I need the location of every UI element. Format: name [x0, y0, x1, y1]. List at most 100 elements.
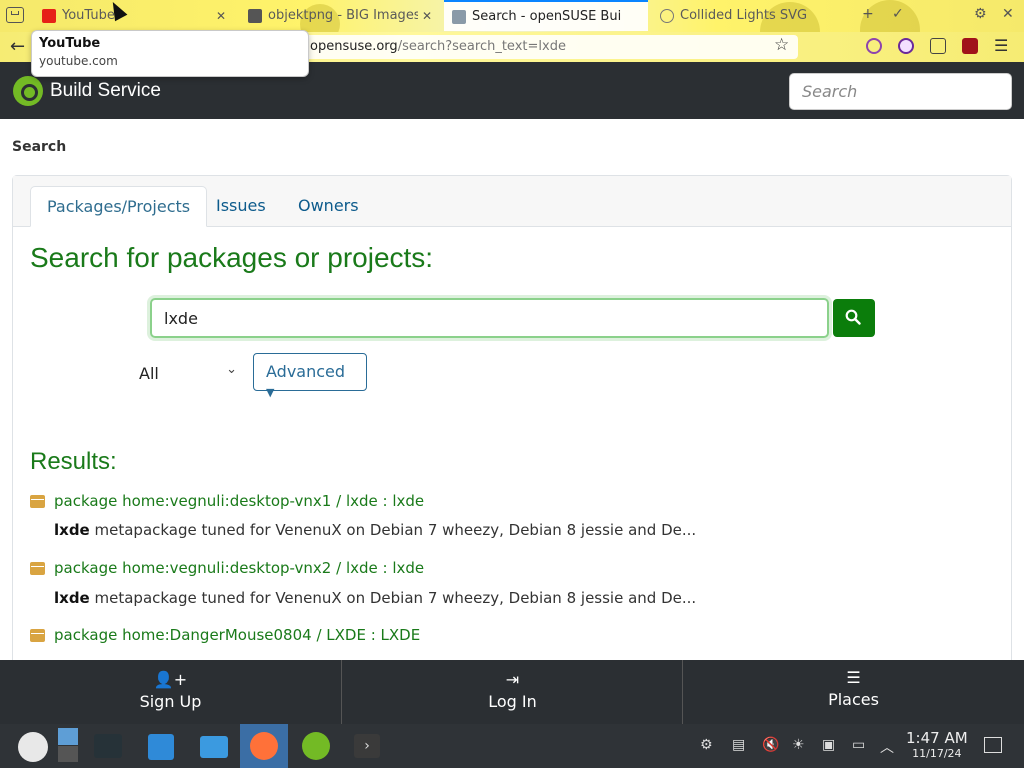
header-search-input[interactable]: Search [789, 73, 1012, 110]
ublock-icon[interactable] [962, 38, 978, 54]
result-description: lxde metapackage tuned for VenenuX on De… [54, 589, 696, 607]
result-project-link[interactable]: package home:vegnuli:desktop-vnx1 [54, 492, 331, 510]
tab-opensuse-search[interactable]: Search - openSUSE Build [444, 0, 648, 31]
scope-selected-value: All [139, 364, 159, 383]
result-separator: / [331, 492, 346, 510]
card-tab-bar: Packages/Projects Issues Owners [13, 176, 1011, 227]
youtube-favicon-icon [42, 8, 56, 23]
bookmark-star-icon[interactable]: ☆ [774, 35, 789, 55]
caret-down-icon: ▼ [266, 386, 275, 399]
result-separator: : [377, 559, 393, 577]
obs-favicon-icon [452, 9, 466, 24]
package-icon [30, 628, 45, 642]
search-scope-select[interactable]: All ⌄ [135, 356, 243, 392]
result-project-link[interactable]: package home:vegnuli:desktop-vnx2 [54, 559, 331, 577]
hamburger-icon: ☰ [846, 668, 861, 687]
breadcrumb: Search [12, 139, 67, 155]
advanced-button[interactable]: Advanced ▼ [253, 353, 367, 399]
result-package-link[interactable]: LXDE [326, 626, 366, 644]
firefox-icon[interactable] [240, 724, 288, 768]
opensuse-logo-icon[interactable] [13, 76, 43, 106]
result-separator: / [331, 559, 346, 577]
search-heading: Search for packages or projects: [30, 242, 434, 273]
show-desktop-icon[interactable] [984, 737, 1002, 753]
terminal-icon[interactable]: › [344, 724, 392, 768]
result-package-link[interactable]: lxde [346, 559, 378, 577]
display-icon[interactable]: ▭ [852, 737, 868, 753]
search-icon [845, 309, 861, 325]
brightness-icon[interactable]: ☀ [792, 737, 808, 753]
places-label: Places [828, 690, 879, 709]
advanced-label: Advanced [266, 362, 346, 381]
search-submit-button[interactable] [833, 299, 875, 337]
tab-owners[interactable]: Owners [282, 186, 375, 227]
result-desc-highlight: lxde [54, 521, 90, 539]
tab-issues[interactable]: Issues [200, 186, 282, 227]
log-in-button[interactable]: ⇥ Log In [342, 660, 683, 724]
sign-up-button[interactable]: 👤+ Sign Up [0, 660, 341, 724]
tab-youtube[interactable]: YouTube ✕ [34, 0, 234, 31]
taskbar-clock[interactable]: 1:47 AM 11/17/24 [906, 731, 968, 761]
opensuse-app-icon[interactable] [292, 724, 340, 768]
result-desc-text: metapackage tuned for VenenuX on Debian … [89, 521, 697, 539]
extensions-icon[interactable] [930, 38, 946, 54]
tab-label: Search - openSUSE Build [472, 9, 622, 24]
result-name-link[interactable]: lxde [392, 492, 424, 510]
package-icon [30, 494, 45, 508]
url-host: opensuse.org [310, 39, 398, 54]
hamburger-menu-icon[interactable]: ☰ [994, 36, 1008, 55]
places-button[interactable]: ☰ Places [683, 660, 1024, 724]
account-icon[interactable] [898, 38, 914, 54]
settings-icon[interactable]: ⚙ [974, 6, 987, 22]
volume-muted-icon[interactable]: 🔇 [762, 737, 779, 753]
tab-label: objektpng - BIG Images [268, 8, 418, 23]
tooltip-title: YouTube [39, 36, 101, 51]
result-project-link[interactable]: package home:DangerMouse0804 [54, 626, 312, 644]
result-package-link[interactable]: lxde [346, 492, 378, 510]
back-arrow-icon[interactable]: ← [10, 36, 25, 57]
search-favicon-icon [660, 8, 674, 23]
app-launcher-icon[interactable] [12, 724, 60, 768]
tab-label: Collided Lights SVG [680, 8, 808, 23]
list-all-tabs-icon[interactable] [6, 7, 24, 23]
tab-collided-lights[interactable]: Collided Lights SVG [652, 0, 862, 31]
clock-date: 11/17/24 [912, 747, 962, 760]
tab-packages-projects[interactable]: Packages/Projects [30, 186, 208, 227]
result-desc-highlight: lxde [54, 589, 90, 607]
pocket-icon[interactable] [866, 38, 882, 54]
sign-up-label: Sign Up [139, 692, 202, 711]
result-name-link[interactable]: LXDE [381, 626, 421, 644]
network-icon[interactable]: ⚙ [700, 737, 716, 753]
result-name-link[interactable]: lxde [392, 559, 424, 577]
browser-tab-strip: YouTube ✕ objektpng - BIG Images ✕ Searc… [0, 0, 1024, 32]
tooltip-url: youtube.com [39, 54, 118, 68]
tab-tooltip: YouTube youtube.com [31, 30, 309, 77]
clipboard-icon[interactable]: ▤ [732, 737, 748, 753]
tray-expand-icon[interactable]: ︿ [880, 737, 896, 756]
log-in-label: Log In [488, 692, 537, 711]
url-path: /search?search_text=lxde [397, 39, 566, 54]
checkmark-icon: ✓ [892, 6, 904, 22]
new-tab-icon[interactable]: + [862, 6, 874, 22]
result-item: package home:vegnuli:desktop-vnx1 / lxde… [30, 492, 424, 510]
search-text-input[interactable]: lxde [150, 298, 829, 338]
discover-store-icon[interactable] [138, 724, 186, 768]
site-favicon-icon [248, 8, 262, 23]
close-tab-icon[interactable]: ✕ [216, 9, 226, 23]
tab-objektpng[interactable]: objektpng - BIG Images ✕ [240, 0, 440, 31]
close-window-icon[interactable]: ✕ [1002, 6, 1014, 22]
sign-in-icon: ⇥ [505, 670, 520, 689]
result-item: package home:vegnuli:desktop-vnx2 / lxde… [30, 559, 424, 577]
system-settings-icon[interactable] [86, 724, 134, 768]
clock-time: 1:47 AM [906, 729, 968, 747]
result-item: package home:DangerMouse0804 / LXDE : LX… [30, 626, 420, 644]
save-icon[interactable]: ▣ [822, 737, 838, 753]
user-plus-icon: 👤+ [153, 670, 188, 689]
brand-title[interactable]: Build Service [50, 80, 161, 102]
close-tab-icon[interactable]: ✕ [422, 9, 432, 23]
pager-icon[interactable] [56, 724, 78, 768]
package-icon [30, 561, 45, 575]
search-card: Packages/Projects Issues Owners Search f… [12, 175, 1012, 665]
results-heading: Results: [30, 448, 117, 475]
file-manager-icon[interactable] [190, 724, 238, 768]
